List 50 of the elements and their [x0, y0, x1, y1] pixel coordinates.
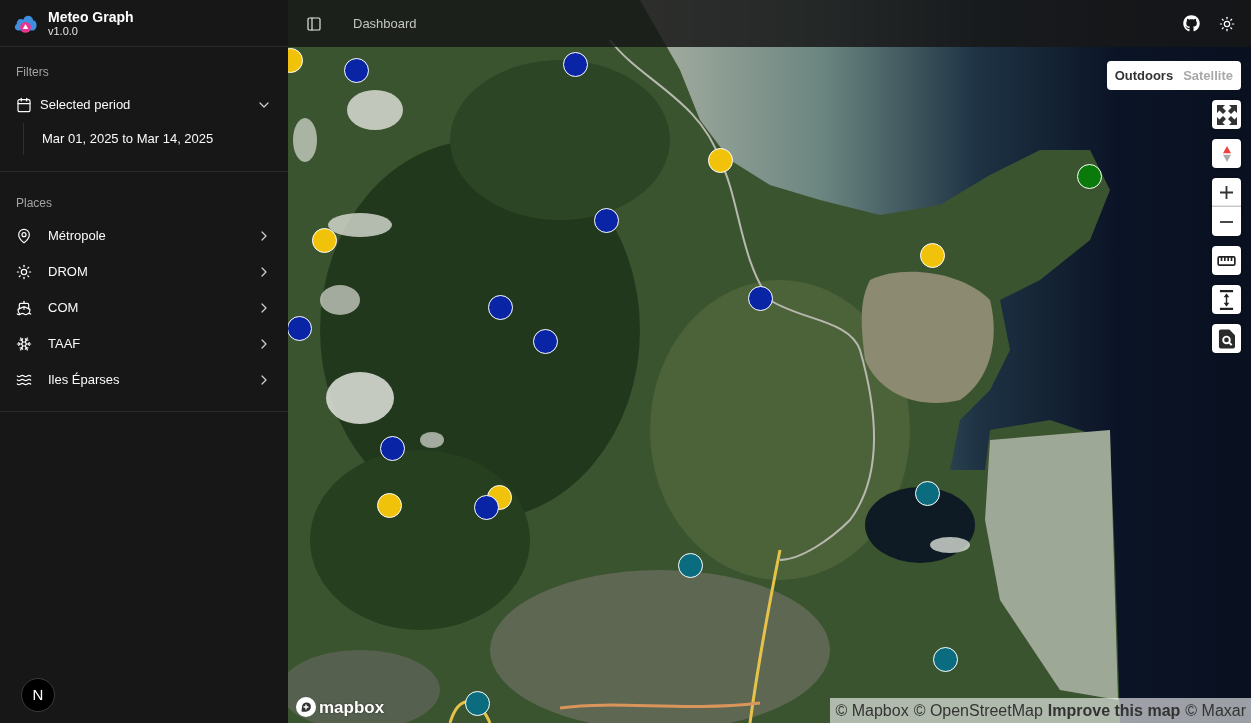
cloud-patch [320, 285, 360, 315]
search-map-button[interactable] [1212, 324, 1241, 353]
group-label: Filters [16, 64, 49, 81]
cloud-patch [420, 432, 444, 448]
date-range-item[interactable]: Mar 01, 2025 to Mar 14, 2025 [34, 125, 280, 153]
group-label: Places [16, 195, 53, 212]
map-pin-icon [16, 228, 32, 244]
cloud-patch [930, 537, 970, 553]
map-style-option[interactable]: Outdoors [1114, 65, 1174, 86]
breadcrumb-page: Dashboard [353, 14, 417, 33]
document-search-icon [1218, 328, 1235, 349]
compass-button[interactable] [1212, 139, 1241, 168]
fullscreen-icon [1216, 104, 1237, 125]
nav-item[interactable]: COM [8, 290, 280, 326]
elevation-icon [1219, 288, 1234, 311]
sidebar-panel-icon [306, 15, 322, 32]
elevation-button[interactable] [1212, 285, 1241, 314]
nav-item[interactable]: Iles Éparses [8, 362, 280, 398]
nav-item[interactable]: TAAF [8, 326, 280, 362]
fullscreen-button[interactable] [1212, 100, 1241, 129]
attribution-text: © Mapbox [835, 700, 909, 721]
calendar-icon [16, 97, 32, 113]
attribution-text: © OpenStreetMap [913, 700, 1043, 721]
mapbox-logo-text: mapbox [319, 698, 385, 716]
compass-icon [1222, 144, 1231, 163]
zoom-in-button[interactable] [1212, 178, 1241, 207]
cloud-patch [328, 213, 392, 237]
nav-item[interactable]: DROM [8, 254, 280, 290]
sun-icon [16, 264, 32, 280]
cloud-patch [347, 90, 403, 130]
ruler-icon [1217, 255, 1236, 266]
github-logo-icon [1182, 15, 1200, 32]
zoom-out-button[interactable] [1212, 207, 1241, 236]
improve-map-link[interactable]: Improve this map [1047, 698, 1181, 723]
cloud-patch [293, 118, 317, 162]
app-version: v1.0.0 [48, 25, 79, 37]
plus-icon [1220, 185, 1233, 199]
snowflake-icon [16, 336, 32, 352]
app-title: Meteo Graph [48, 9, 134, 25]
mapbox-logo-icon [296, 697, 316, 717]
sun-icon [1219, 15, 1235, 32]
period-selector[interactable]: Selected period [8, 87, 280, 123]
measure-button[interactable] [1212, 246, 1241, 275]
nav-item[interactable]: Métropole [8, 218, 280, 254]
cloud-patch [326, 372, 394, 424]
dev-tools-button[interactable]: N [21, 678, 55, 712]
waves-icon [16, 372, 32, 388]
minus-icon [1220, 220, 1233, 223]
ship-icon [16, 300, 32, 316]
attribution-text: © Maxar [1185, 700, 1246, 721]
